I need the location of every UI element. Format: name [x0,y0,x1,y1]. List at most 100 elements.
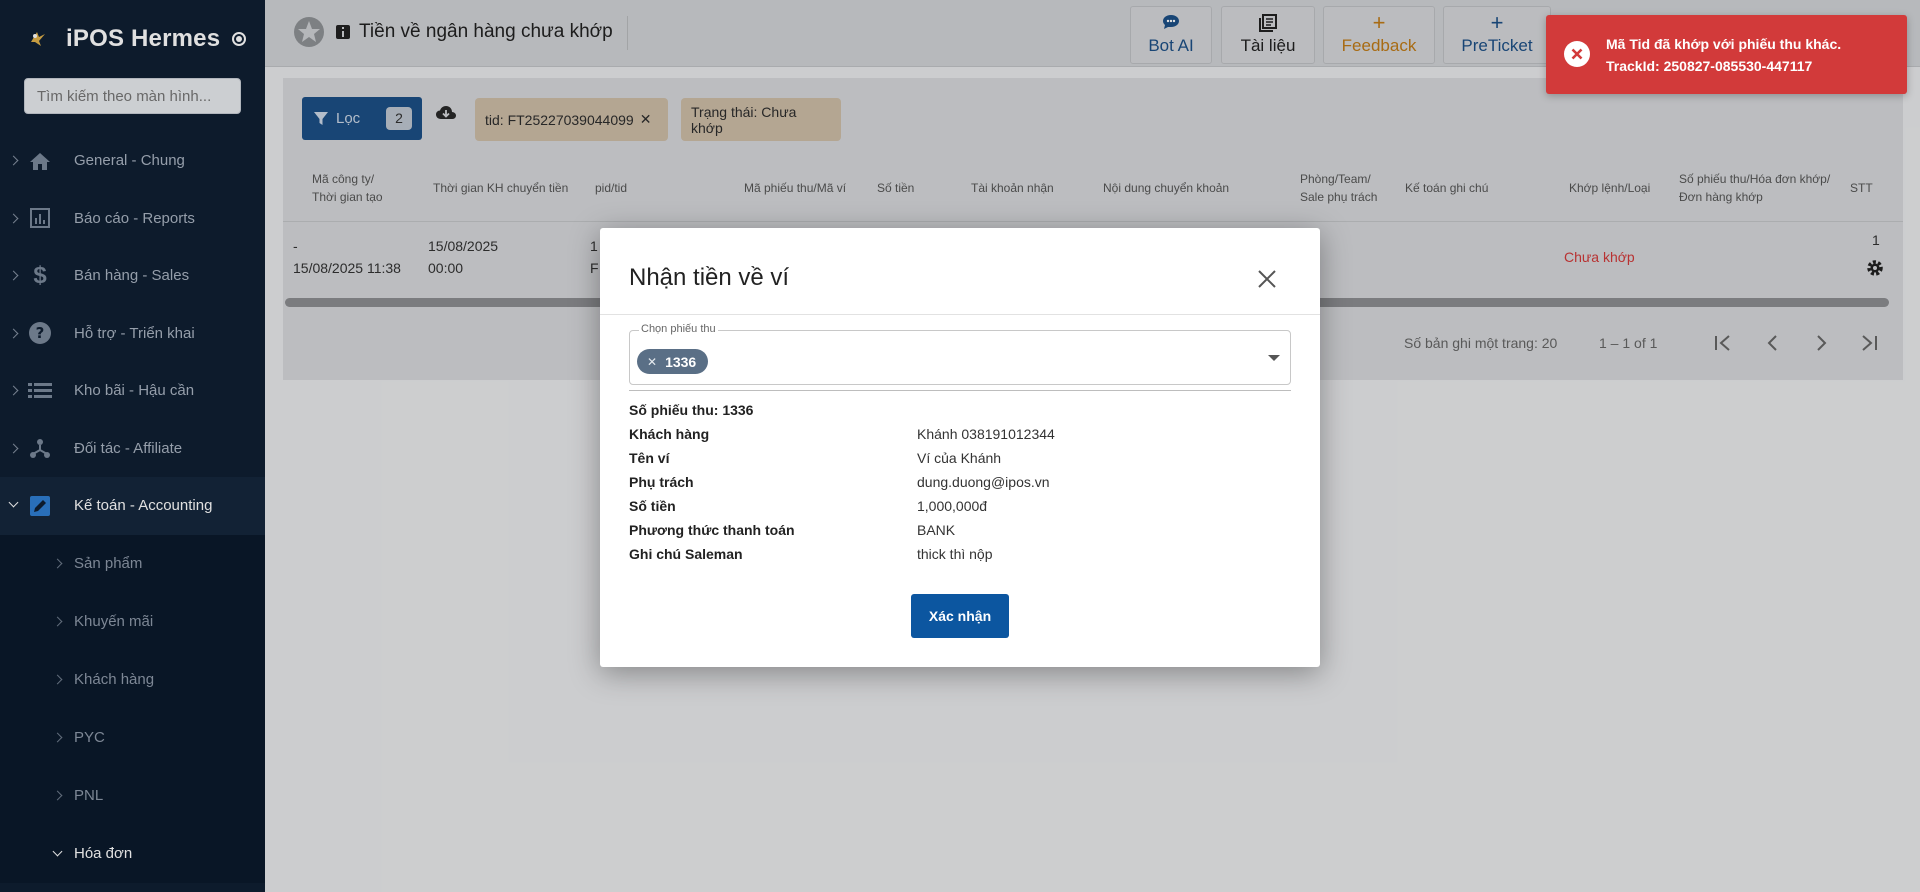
gear-icon[interactable] [1865,258,1885,283]
help-icon: ? [27,320,53,346]
info-icon [336,25,350,39]
prev-page-icon[interactable] [1763,333,1783,358]
divider [629,390,1291,391]
info-value: Ví của Khánh [917,450,1002,466]
sidebar-item-label: Đối tác - Affiliate [74,439,183,457]
caret-down-icon[interactable] [1268,355,1280,361]
col-header-stt[interactable]: STT [1850,179,1873,197]
sidebar-item-label: Kho bãi - Hậu cần [74,382,195,400]
plus-icon: + [1372,10,1386,35]
sidebar-item-affiliate[interactable]: Đối tác - Affiliate [0,420,265,478]
receipt-heading: Số phiếu thu: 1336 [629,402,754,418]
chart-icon [27,205,53,231]
sidebar-item-general[interactable]: General - Chung [0,132,265,190]
sidebar-item-sales[interactable]: $ Bán hàng - Sales [0,247,265,305]
confirm-button[interactable]: Xác nhận [911,594,1009,638]
next-page-icon[interactable] [1811,333,1831,358]
info-value: thick thì nộp [917,546,993,562]
filter-icon [314,111,328,125]
col-header-note[interactable]: Kế toán ghi chú [1405,179,1488,197]
col-header-matched-docs[interactable]: Số phiếu thu/Hóa đơn khớp/ Đơn hàng khớp [1679,170,1830,206]
info-key: Số tiền [629,498,676,514]
chevron-right-icon [8,443,19,454]
network-icon [27,435,53,461]
sidebar-subitem-products[interactable]: Sản phẩm [0,534,265,593]
filter-count-badge: 2 [386,107,412,130]
feedback-button[interactable]: + Feedback [1323,6,1435,64]
hermes-logo-icon [24,25,52,53]
sidebar-subitem-customers[interactable]: Khách hàng [0,650,265,709]
last-page-icon[interactable] [1857,333,1879,358]
info-key: Ghi chú Saleman [629,546,743,562]
sidebar-subitem-label: Sản phẩm [74,555,143,572]
col-header-amount[interactable]: Số tiền [877,179,914,197]
sidebar-subitem-label: Khuyến mãi [74,613,154,630]
bot-ai-button[interactable]: Bot AI [1130,6,1212,64]
selected-receipt-tag[interactable]: ✕ 1336 [637,349,709,374]
info-row-owner: Phụ trách dung.duong@ipos.vn [629,474,1291,498]
close-icon[interactable]: ✕ [640,111,652,128]
col-header-receipt[interactable]: Mã phiếu thu/Mã ví [744,179,846,197]
preticket-label: PreTicket [1461,36,1533,55]
chevron-down-icon [52,846,63,856]
first-page-icon[interactable] [1713,333,1735,358]
sidebar-item-label: Báo cáo - Reports [74,209,195,227]
filter-label: Lọc [336,110,361,127]
docs-button[interactable]: Tài liệu [1221,6,1315,64]
error-toast[interactable]: Mã Tid đã khớp với phiếu thu khác. Track… [1546,15,1907,94]
edit-icon [27,493,53,519]
col-header-match[interactable]: Khớp lệnh/Loại [1569,179,1650,197]
sidebar-item-label: Bán hàng - Sales [74,267,190,285]
cell-transfer-date: 15/08/2025 [428,238,499,254]
filter-button[interactable]: Lọc 2 [302,97,422,140]
col-header-content[interactable]: Nội dung chuyển khoản [1103,179,1229,197]
sidebar-item-label: Kế toán - Accounting [74,497,213,515]
col-header-pid-tid[interactable]: pid/tid [595,179,627,197]
sidebar-item-reports[interactable]: Báo cáo - Reports [0,190,265,248]
sidebar-subitem-invoices[interactable]: Hóa đơn [0,824,265,883]
remove-tag-icon[interactable]: ✕ [647,355,657,369]
close-icon[interactable] [1257,269,1277,289]
chevron-right-icon [8,213,19,224]
svg-text:?: ? [36,324,45,342]
sidebar-subitem-pyc[interactable]: PYC [0,708,265,767]
sidebar-item-accounting[interactable]: Kế toán - Accounting [0,477,265,535]
col-header-company[interactable]: Mã công ty/ Thời gian tạo [312,170,383,206]
sidebar-search-input[interactable]: Tìm kiếm theo màn hình... [24,78,241,114]
info-row-customer: Khách hàng Khánh 038191012344 [629,426,1291,450]
page-title-group: Tiền về ngân hàng chưa khớp [293,16,613,48]
chevron-right-icon [8,328,19,339]
rows-per-page[interactable]: Số bản ghi một trang: 20 [1404,335,1557,351]
feedback-label: Feedback [1341,36,1417,55]
filter-chip-tid[interactable]: tid: FT25227039044099 ✕ [475,98,668,141]
sidebar-item-warehouse[interactable]: Kho bãi - Hậu cần [0,362,265,420]
record-icon[interactable] [232,32,247,46]
filter-chip-status[interactable]: Trạng thái: Chưa khớp [681,98,841,141]
chat-icon [1162,14,1180,36]
receipt-select[interactable]: Chọn phiếu thu ✕ 1336 [629,323,1291,385]
sidebar-subitem-label: Khách hàng [74,671,155,688]
plus-icon: + [1490,10,1504,35]
col-header-team[interactable]: Phòng/Team/ Sale phụ trách [1300,170,1377,206]
info-row-amount: Số tiền 1,000,000đ [629,498,1291,522]
sidebar-subitem-pnl[interactable]: PNL [0,766,265,825]
info-row-payment-method: Phương thức thanh toán BANK [629,522,1291,546]
cloud-download-icon[interactable] [436,105,456,126]
sidebar-subitem-label: PNL [74,787,104,804]
chevron-right-icon [52,616,63,627]
error-icon [1564,41,1590,67]
docs-label: Tài liệu [1240,36,1296,55]
cell-transfer-time: 00:00 [428,260,464,276]
dollar-icon: $ [33,261,47,289]
sidebar-item-support[interactable]: ? Hỗ trợ - Triển khai [0,305,265,363]
star-icon[interactable] [293,16,325,48]
preticket-button[interactable]: + PreTicket [1443,6,1551,64]
divider [600,314,1320,315]
list-icon [27,378,53,404]
cell-tid: F [590,260,599,276]
sidebar-subitem-promotions[interactable]: Khuyến mãi [0,592,265,651]
page-range: 1 – 1 of 1 [1599,335,1658,351]
col-header-transfer-time[interactable]: Thời gian KH chuyển tiền [433,179,568,197]
col-header-account[interactable]: Tài khoản nhận [971,179,1054,197]
chevron-right-icon [52,732,63,743]
